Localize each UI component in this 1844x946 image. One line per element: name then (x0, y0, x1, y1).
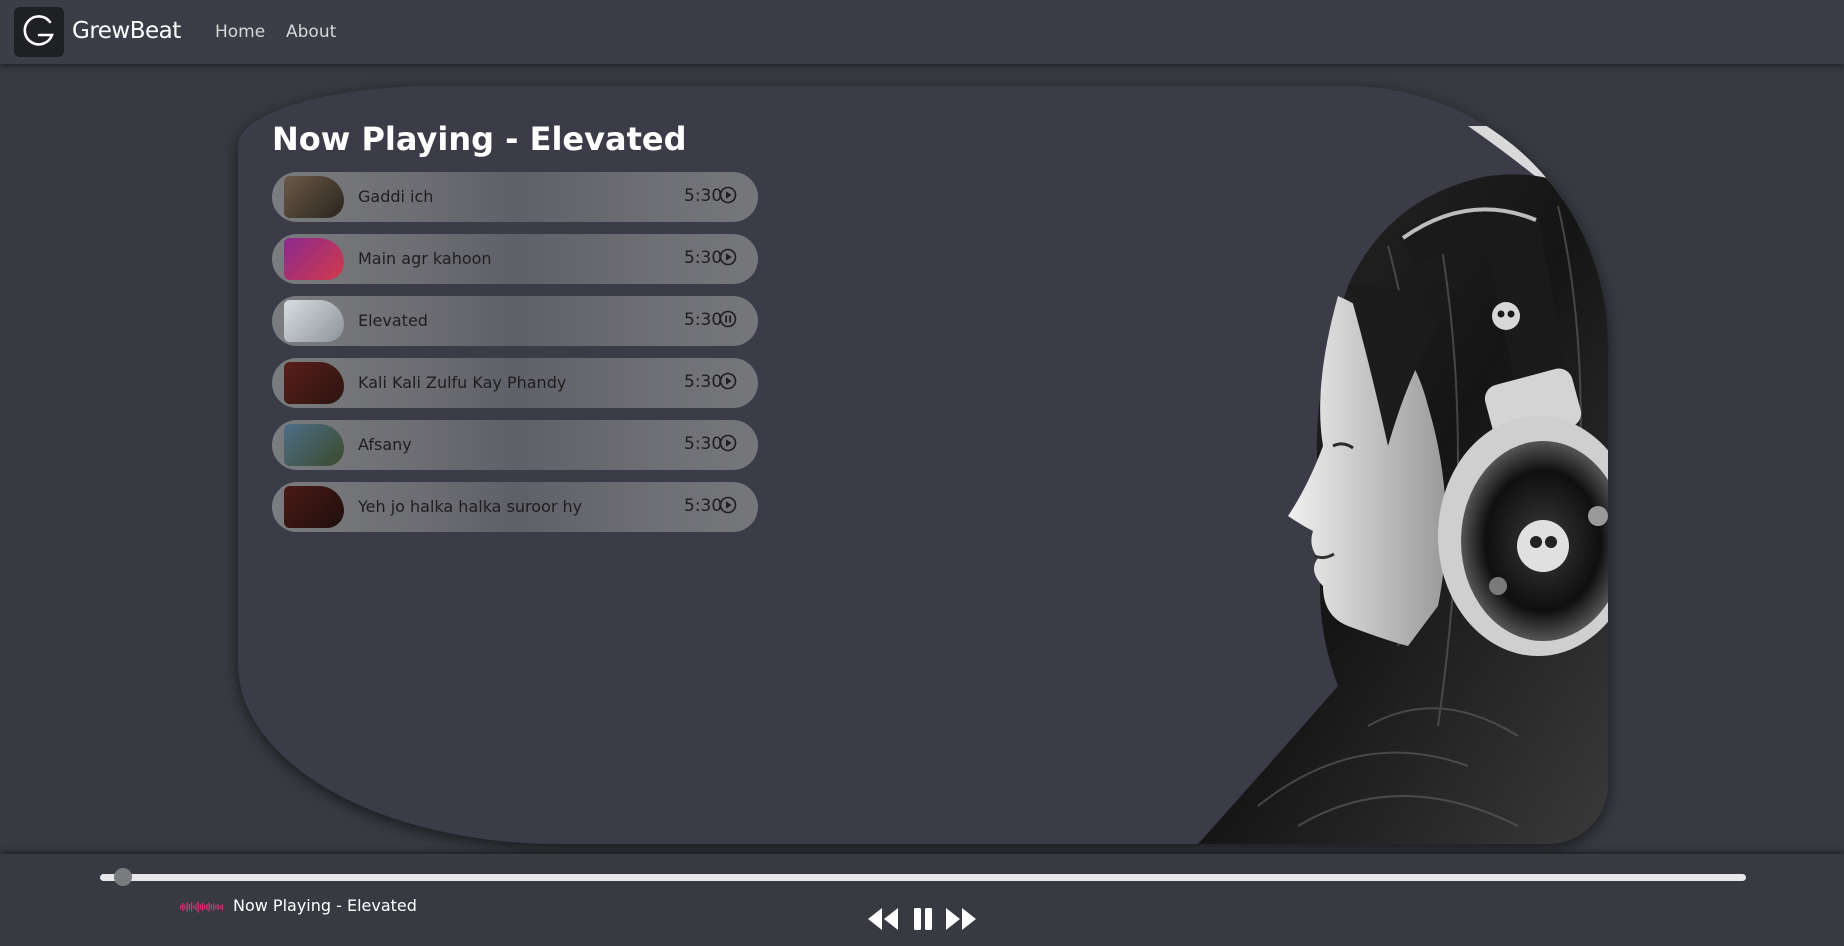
song-thumbnail (284, 238, 344, 280)
audio-wave-icon (180, 901, 223, 913)
song-name: Elevated (358, 311, 428, 330)
progress-thumb[interactable] (114, 868, 132, 886)
progress-slider[interactable] (100, 874, 1746, 881)
song-item[interactable]: Elevated 5:30 (272, 296, 758, 346)
song-item[interactable]: Kali Kali Zulfu Kay Phandy 5:30 (272, 358, 758, 408)
pause-circle-icon[interactable] (719, 310, 737, 328)
hero-image (1198, 126, 1608, 844)
pause-icon[interactable] (912, 906, 934, 932)
logo[interactable] (14, 7, 64, 57)
forward-icon[interactable] (944, 906, 978, 932)
song-thumbnail (284, 300, 344, 342)
song-name: Yeh jo halka halka suroor hy (358, 497, 583, 516)
song-name: Main agr kahoon (358, 249, 492, 268)
nav-home-link[interactable]: Home (215, 22, 265, 42)
play-circle-icon[interactable] (719, 434, 737, 452)
page-title: Now Playing - Elevated (272, 120, 687, 158)
navbar: GrewBeat Home About (0, 0, 1844, 64)
song-duration: 5:30 (684, 248, 723, 268)
song-duration: 5:30 (684, 310, 723, 330)
song-thumbnail (284, 176, 344, 218)
play-circle-icon[interactable] (719, 372, 737, 390)
play-circle-icon[interactable] (719, 496, 737, 514)
song-name: Kali Kali Zulfu Kay Phandy (358, 373, 567, 392)
song-name: Afsany (358, 435, 412, 454)
song-duration: 5:30 (684, 372, 723, 392)
song-duration: 5:30 (684, 434, 723, 454)
song-item[interactable]: Gaddi ich 5:30 (272, 172, 758, 222)
player-bar: Now Playing - Elevated (0, 854, 1844, 946)
nav-about-link[interactable]: About (286, 22, 336, 42)
song-item[interactable]: Afsany 5:30 (272, 420, 758, 470)
song-thumbnail (284, 424, 344, 466)
play-circle-icon[interactable] (719, 186, 737, 204)
song-thumbnail (284, 486, 344, 528)
song-item[interactable]: Main agr kahoon 5:30 (272, 234, 758, 284)
song-thumbnail (284, 362, 344, 404)
backward-icon[interactable] (866, 906, 900, 932)
song-duration: 5:30 (684, 186, 723, 206)
logo-g-icon (23, 15, 54, 46)
player-card: Now Playing - Elevated Gaddi ich 5:30 Main… (238, 86, 1608, 844)
song-name: Gaddi ich (358, 187, 434, 206)
brand-name[interactable]: GrewBeat (72, 18, 181, 44)
play-circle-icon[interactable] (719, 248, 737, 266)
song-duration: 5:30 (684, 496, 723, 516)
song-item[interactable]: Yeh jo halka halka suroor hy 5:30 (272, 482, 758, 532)
now-playing-label: Now Playing - Elevated (233, 896, 417, 915)
